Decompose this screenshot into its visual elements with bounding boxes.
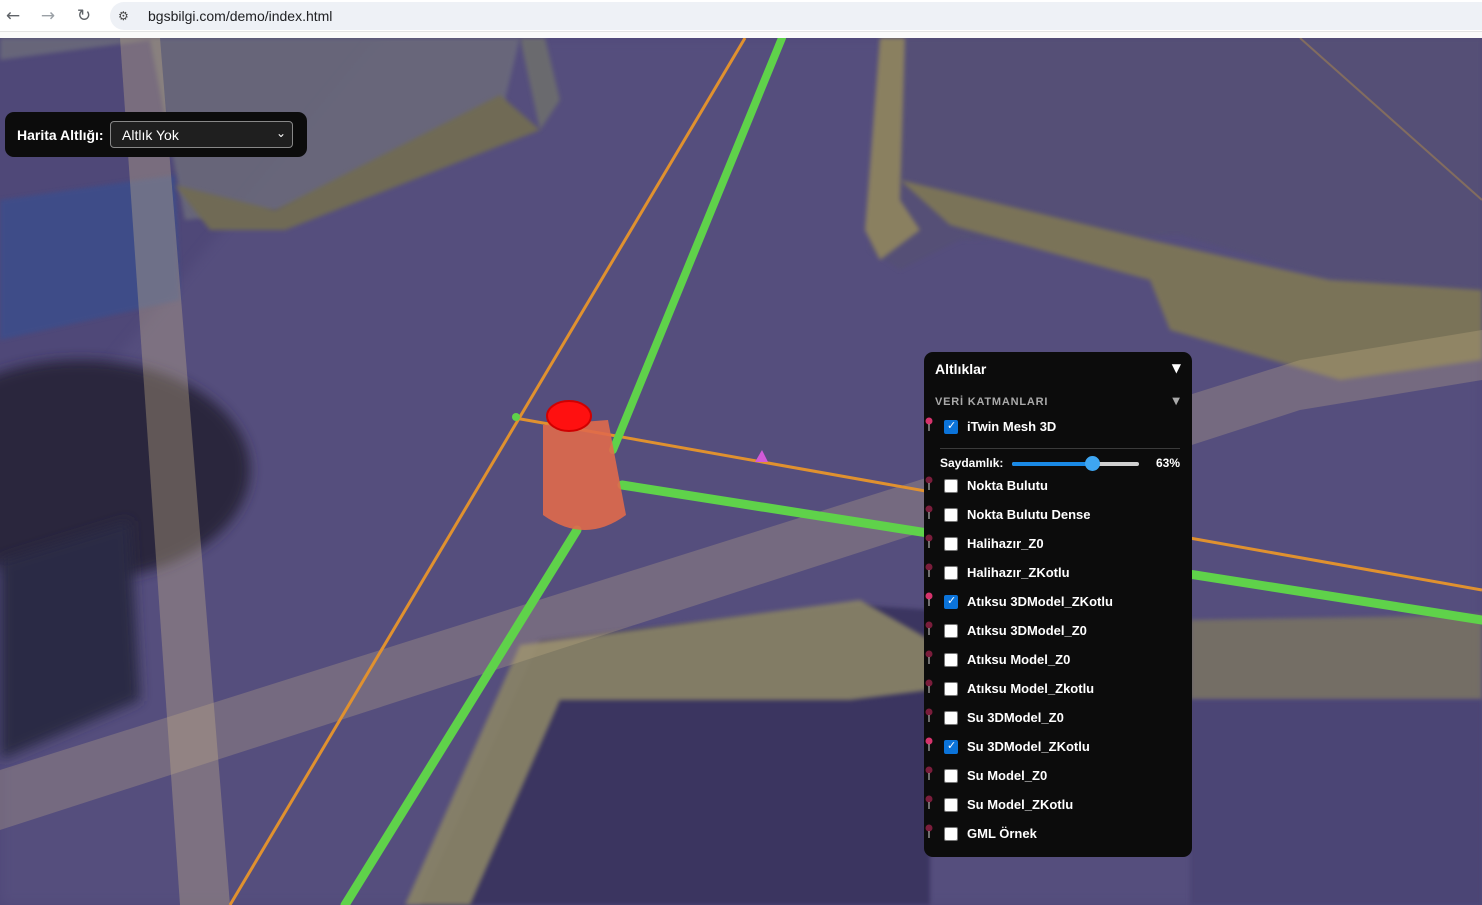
layer-row[interactable]: GML Örnek — [924, 824, 1192, 846]
divider — [940, 448, 1180, 449]
opacity-control: Saydamlık: 63% — [924, 448, 1192, 473]
building-bottom-right — [1190, 700, 1482, 905]
section-collapse-icon[interactable]: ▼ — [1172, 396, 1180, 407]
layer-checkbox[interactable]: ✓ — [944, 594, 958, 609]
checkmark-icon: ✓ — [947, 419, 957, 432]
zoom-to-pin-icon[interactable] — [924, 679, 934, 695]
layer-checkbox[interactable]: ✓ — [944, 739, 958, 754]
layer-row[interactable]: Atıksu 3DModel_Z0 — [924, 621, 1192, 643]
panel-title: Altlıklar — [935, 361, 987, 377]
layer-label: Nokta Bulutu Dense — [967, 507, 1091, 522]
basemap-selected-value: Altlık Yok — [122, 127, 179, 143]
map-viewport[interactable]: Harita Altlığı: Altlık Yok ⌄ Altlıklar ▼… — [0, 38, 1482, 905]
layer-label: Atıksu Model_Z0 — [967, 652, 1071, 667]
chevron-down-icon: ⌄ — [275, 126, 286, 140]
zoom-to-pin-icon[interactable] — [924, 592, 934, 608]
zoom-to-pin-icon[interactable] — [924, 505, 934, 521]
zoom-to-pin-icon[interactable] — [924, 476, 934, 492]
layer-checkbox[interactable] — [944, 769, 958, 783]
layer-label: Su Model_ZKotlu — [967, 797, 1074, 812]
map-scene — [0, 38, 1482, 905]
zoom-to-pin-icon[interactable] — [924, 650, 934, 666]
forward-icon[interactable]: → — [37, 5, 59, 27]
zoom-to-pin-icon[interactable] — [924, 417, 934, 433]
zoom-to-pin-icon[interactable] — [924, 708, 934, 724]
layer-row[interactable]: Nokta Bulutu Dense — [924, 505, 1192, 527]
reload-icon[interactable]: ↻ — [73, 5, 95, 27]
opacity-slider-fill — [1012, 462, 1092, 466]
browser-toolbar: ← → ↻ ⚙ bgsbilgi.com/demo/index.html — [0, 0, 1482, 32]
zoom-to-pin-icon[interactable] — [924, 534, 934, 550]
basemap-label: Harita Altlığı: — [17, 127, 104, 143]
section-title: VERİ KATMANLARI — [935, 396, 1049, 408]
layer-row[interactable]: Su Model_ZKotlu — [924, 795, 1192, 817]
site-info-icon[interactable]: ⚙ — [118, 8, 134, 24]
layer-checkbox[interactable] — [944, 566, 958, 580]
layer-checkbox[interactable] — [944, 508, 958, 522]
layer-row[interactable]: ✓ Atıksu 3DModel_ZKotlu — [924, 592, 1192, 614]
zoom-to-pin-icon[interactable] — [924, 824, 934, 840]
pipe-node — [512, 413, 520, 421]
layer-row[interactable]: Su Model_Z0 — [924, 766, 1192, 788]
layer-label: Su 3DModel_Z0 — [967, 710, 1064, 725]
opacity-value: 63% — [1156, 456, 1181, 470]
checkmark-icon: ✓ — [947, 739, 957, 752]
layer-row[interactable]: Halihazır_Z0 — [924, 534, 1192, 556]
layer-label: Halihazır_ZKotlu — [967, 565, 1070, 580]
opacity-slider[interactable] — [1012, 456, 1139, 471]
zoom-to-pin-icon[interactable] — [924, 766, 934, 782]
layer-label: Nokta Bulutu — [967, 478, 1048, 493]
zoom-to-pin-icon[interactable] — [924, 795, 934, 811]
layer-label: Atıksu 3DModel_ZKotlu — [967, 594, 1113, 609]
collapse-icon[interactable]: ▼ — [1172, 361, 1181, 375]
url-text: bgsbilgi.com/demo/index.html — [148, 8, 333, 24]
opacity-label: Saydamlık: — [940, 456, 1004, 470]
basemap-control: Harita Altlığı: Altlık Yok ⌄ — [5, 112, 307, 157]
layer-label: Atıksu Model_Zkotlu — [967, 681, 1095, 696]
layer-label: Su Model_Z0 — [967, 768, 1048, 783]
layer-row[interactable]: Su 3DModel_Z0 — [924, 708, 1192, 730]
layer-row[interactable]: Halihazır_ZKotlu — [924, 563, 1192, 585]
layer-label: Su 3DModel_ZKotlu — [967, 739, 1090, 754]
layer-checkbox[interactable] — [944, 624, 958, 638]
layers-panel: Altlıklar ▼ VERİ KATMANLARI ▼ ✓ iTwin Mes… — [924, 352, 1192, 857]
layer-checkbox[interactable] — [944, 682, 958, 696]
layer-checkbox[interactable] — [944, 653, 958, 667]
zoom-to-pin-icon[interactable] — [924, 621, 934, 637]
basemap-select[interactable]: Altlık Yok ⌄ — [110, 121, 293, 148]
layer-checkbox[interactable] — [944, 479, 958, 493]
address-bar[interactable]: ⚙ bgsbilgi.com/demo/index.html — [110, 2, 1482, 30]
layer-checkbox[interactable] — [944, 711, 958, 725]
back-icon[interactable]: ← — [2, 5, 24, 27]
opacity-slider-thumb[interactable] — [1085, 456, 1100, 471]
layer-checkbox[interactable] — [944, 827, 958, 841]
layer-label: iTwin Mesh 3D — [967, 419, 1057, 434]
layer-row[interactable]: ✓ iTwin Mesh 3D — [924, 417, 1192, 439]
manhole-top — [546, 400, 592, 432]
layer-row[interactable]: Atıksu Model_Z0 — [924, 650, 1192, 672]
layer-label: GML Örnek — [967, 826, 1037, 841]
checkmark-icon: ✓ — [947, 594, 957, 607]
layer-label: Halihazır_Z0 — [967, 536, 1044, 551]
layer-row[interactable]: ✓ Su 3DModel_ZKotlu — [924, 737, 1192, 759]
layer-checkbox[interactable] — [944, 537, 958, 551]
layer-checkbox[interactable] — [944, 798, 958, 812]
zoom-to-pin-icon[interactable] — [924, 737, 934, 753]
layer-label: Atıksu 3DModel_Z0 — [967, 623, 1087, 638]
zoom-to-pin-icon[interactable] — [924, 563, 934, 579]
layer-row[interactable]: Nokta Bulutu — [924, 476, 1192, 498]
wall-bottom-right — [1190, 615, 1482, 700]
layer-row[interactable]: Atıksu Model_Zkotlu — [924, 679, 1192, 701]
layer-checkbox[interactable]: ✓ — [944, 419, 958, 434]
